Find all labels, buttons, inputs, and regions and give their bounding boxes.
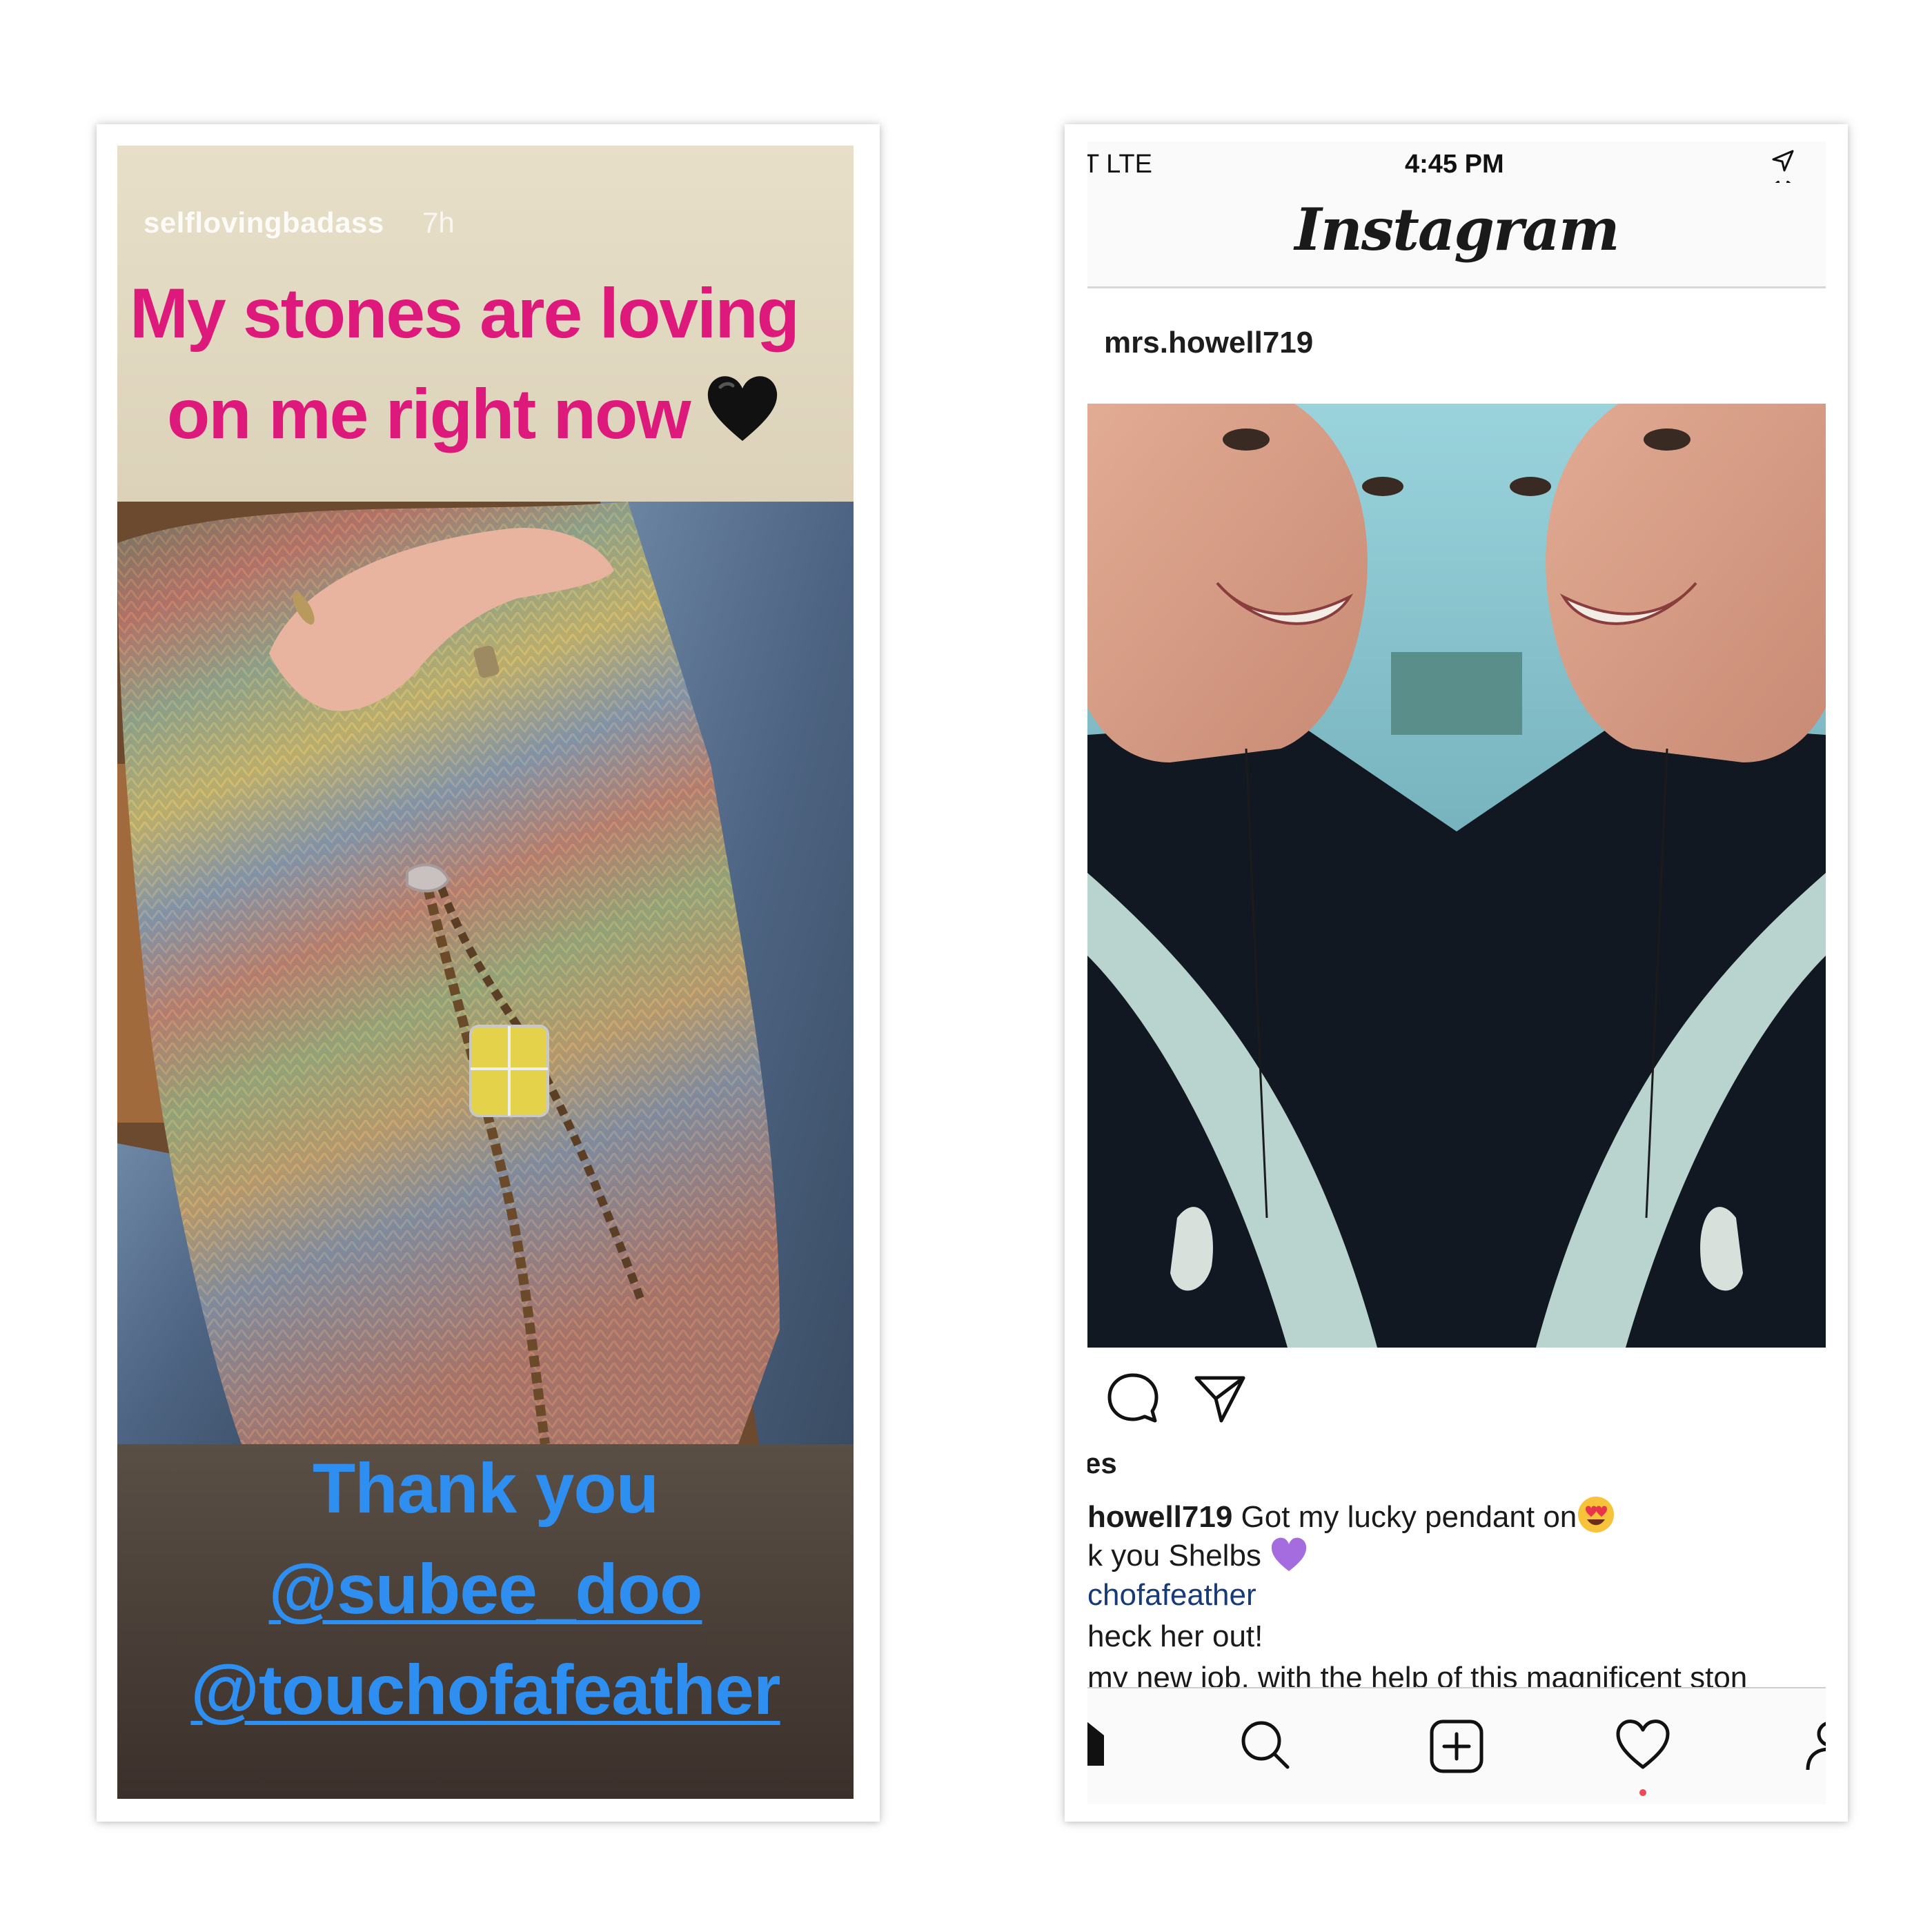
location-arrow-icon bbox=[1771, 150, 1795, 179]
activity-heart-icon[interactable] bbox=[1615, 1719, 1670, 1773]
story-top-band: selflovingbadass 7h My stones are loving… bbox=[117, 146, 854, 502]
story-mention-touchofafeather[interactable]: @touchofafeather bbox=[190, 1650, 780, 1729]
caption-line1-wrap: howell719 Got my lucky pendant on bbox=[1087, 1495, 1615, 1535]
instagram-logo[interactable]: Instagram bbox=[1087, 195, 1826, 264]
post-actions bbox=[1105, 1371, 1248, 1430]
profile-icon[interactable] bbox=[1805, 1719, 1826, 1775]
instagram-screenshot-card: T LTE 4:45 PM Instagram mrs.howell719 es… bbox=[1065, 124, 1848, 1822]
instagram-header: Instagram bbox=[1087, 183, 1826, 288]
new-post-icon[interactable] bbox=[1429, 1719, 1484, 1777]
caption-username[interactable]: howell719 bbox=[1087, 1500, 1232, 1534]
story-caption-line2-wrap: on me right now bbox=[130, 364, 854, 470]
black-heart-icon bbox=[705, 369, 780, 470]
heart-eyes-emoji-icon bbox=[1577, 1497, 1615, 1534]
story-timestamp: 7h bbox=[422, 206, 455, 239]
status-bar: T LTE 4:45 PM bbox=[1087, 141, 1826, 202]
post-username[interactable]: mrs.howell719 bbox=[1104, 326, 1313, 360]
story-username[interactable]: selflovingbadass bbox=[144, 206, 384, 239]
likes-count[interactable]: es bbox=[1087, 1447, 1117, 1480]
post-photo-mirrored-selfie[interactable] bbox=[1087, 404, 1826, 1348]
instagram-screen: T LTE 4:45 PM Instagram mrs.howell719 es… bbox=[1087, 141, 1826, 1804]
story-screenshot-card: selflovingbadass 7h My stones are loving… bbox=[97, 124, 880, 1822]
caption-line1: Got my lucky pendant on bbox=[1241, 1500, 1577, 1534]
story-bottom-band: Thank you @subee_doo @touchofafeather bbox=[117, 1444, 854, 1799]
story-photo-drawing bbox=[117, 502, 854, 1444]
post-photo-drawing bbox=[1087, 404, 1826, 1348]
share-icon[interactable] bbox=[1192, 1376, 1248, 1429]
caption-mention[interactable]: chofafeather bbox=[1087, 1578, 1256, 1613]
story-caption: My stones are loving on me right now bbox=[130, 263, 854, 470]
caption-line2-wrap: k you Shelbs bbox=[1087, 1537, 1308, 1573]
status-time: 4:45 PM bbox=[1405, 150, 1504, 179]
home-icon[interactable] bbox=[1087, 1719, 1104, 1771]
story-thanks: Thank you bbox=[312, 1449, 659, 1528]
caption-line2: k you Shelbs bbox=[1087, 1539, 1261, 1573]
purple-heart-icon bbox=[1270, 1537, 1308, 1573]
story-mention-subee-wrap: @subee_doo bbox=[117, 1549, 854, 1630]
story-mention-touchofafeather-wrap: @touchofafeather bbox=[117, 1650, 854, 1731]
activity-notification-dot bbox=[1639, 1789, 1646, 1796]
comment-icon[interactable] bbox=[1105, 1373, 1161, 1429]
story-photo-sweater-pendant bbox=[117, 502, 854, 1444]
story-view[interactable]: selflovingbadass 7h My stones are loving… bbox=[117, 146, 854, 1799]
bottom-tab-bar bbox=[1087, 1688, 1826, 1804]
story-mention-subee[interactable]: @subee_doo bbox=[269, 1550, 703, 1628]
caption-line4: heck her out! bbox=[1087, 1619, 1263, 1653]
search-icon[interactable] bbox=[1239, 1719, 1292, 1775]
carrier-label: T LTE bbox=[1087, 150, 1152, 179]
story-caption-line1: My stones are loving bbox=[130, 274, 800, 353]
story-caption-line2: on me right now bbox=[167, 375, 691, 453]
